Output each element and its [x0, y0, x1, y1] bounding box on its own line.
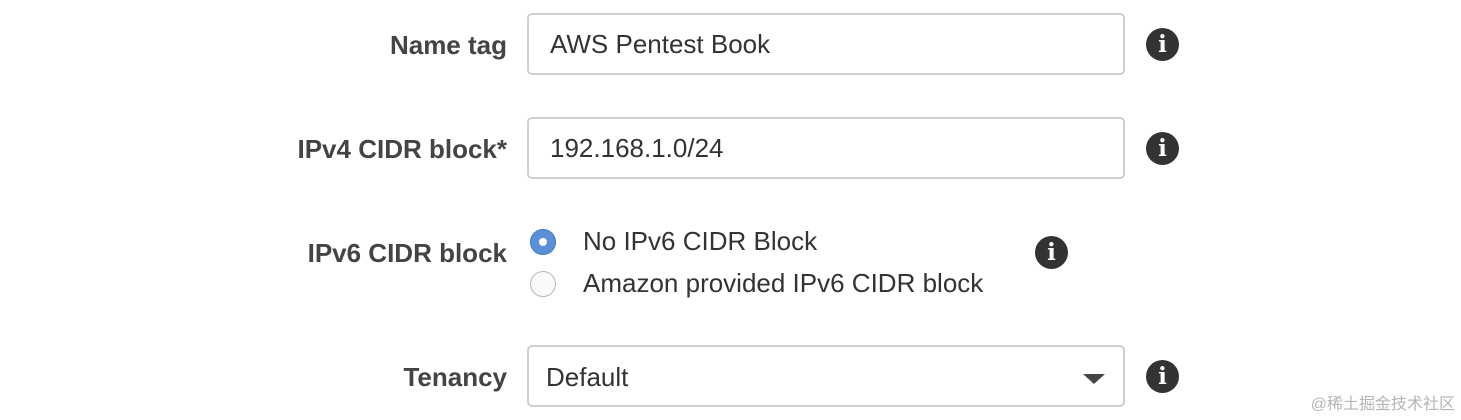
- tenancy-select[interactable]: Default: [527, 345, 1125, 407]
- tenancy-label: Tenancy: [403, 362, 507, 392]
- radio-option-amazon-ipv6[interactable]: Amazon provided IPv6 CIDR block: [530, 268, 983, 299]
- name-tag-input[interactable]: [527, 13, 1125, 75]
- info-icon[interactable]: i: [1035, 236, 1068, 269]
- ipv4-cidr-input[interactable]: [527, 117, 1125, 179]
- watermark: @稀土掘金技术社区: [1310, 396, 1455, 413]
- radio-button-unselected[interactable]: [530, 270, 556, 297]
- chevron-down-icon: [1083, 374, 1105, 384]
- ipv4-cidr-label: IPv4 CIDR block*: [297, 134, 507, 164]
- radio-option-label: Amazon provided IPv6 CIDR block: [583, 268, 984, 298]
- name-tag-label: Name tag: [389, 30, 507, 60]
- tenancy-selected-value: Default: [546, 362, 629, 392]
- info-icon[interactable]: i: [1146, 28, 1179, 61]
- info-icon[interactable]: i: [1146, 132, 1179, 165]
- radio-button-selected[interactable]: [530, 228, 556, 255]
- radio-option-label: No IPv6 CIDR Block: [583, 226, 818, 256]
- vpc-create-form: Name tag i IPv4 CIDR block* i IPv6 CIDR …: [0, 0, 1461, 420]
- info-icon[interactable]: i: [1146, 360, 1179, 393]
- ipv6-cidr-label: IPv6 CIDR block: [307, 238, 507, 268]
- radio-option-no-ipv6[interactable]: No IPv6 CIDR Block: [530, 226, 817, 257]
